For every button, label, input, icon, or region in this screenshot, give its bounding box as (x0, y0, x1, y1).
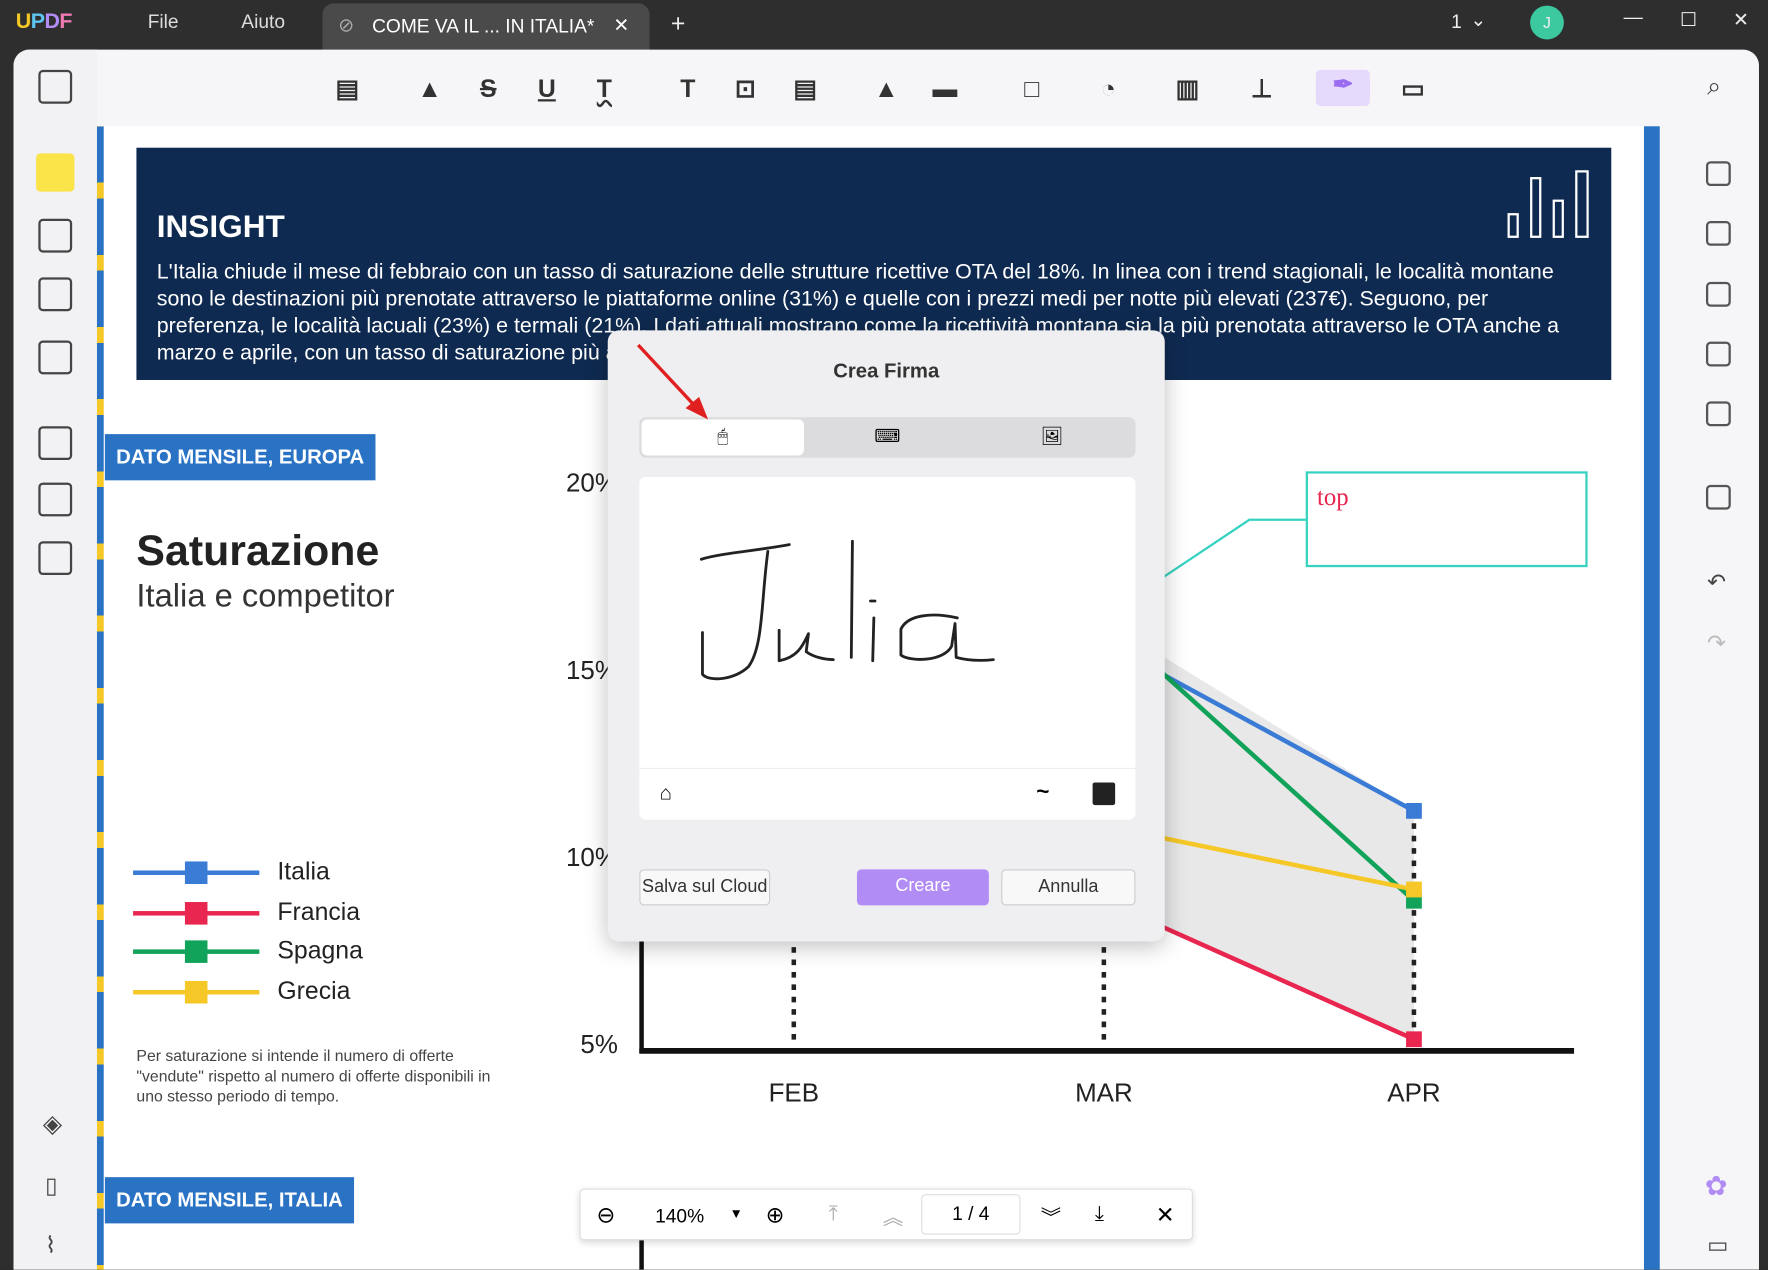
signature-drawing (699, 539, 995, 681)
mouse-icon: 🖱︎ (717, 427, 729, 447)
annotation-box[interactable]: top (1305, 471, 1588, 568)
signature-canvas[interactable]: ⌂ ~ (639, 476, 1136, 820)
brush-icon[interactable]: ⌂ (660, 781, 672, 805)
page-number-input[interactable]: 1 / 4 (921, 1194, 1021, 1235)
ocr-icon[interactable] (1705, 161, 1731, 187)
data-point-grecia (1406, 881, 1422, 898)
previous-page-icon[interactable]: ︽ (883, 1202, 903, 1231)
email-icon[interactable] (1705, 401, 1731, 427)
data-point-francia (1406, 1031, 1422, 1048)
zoom-level[interactable]: 140% (655, 1205, 704, 1228)
share-icon[interactable] (1705, 341, 1731, 367)
tab-keyboard[interactable]: ⌨ (806, 419, 968, 455)
ai-assistant-icon[interactable]: ✿ (1705, 1170, 1728, 1203)
first-page-icon[interactable]: ⤒ (829, 1202, 838, 1226)
page-navigation-bar: ⊖ 140% ▼ ⊕ ⤒ ︽ 1 / 4 ︾ ⤓ ✕ (579, 1188, 1193, 1241)
annotation-text: top (1316, 482, 1349, 511)
save-cloud-button[interactable]: Salva sul Cloud (639, 869, 771, 906)
y-tick-label: 5% (580, 1031, 617, 1059)
tab-image[interactable]: 🖼︎ (971, 419, 1133, 455)
x-tick-label: APR (1387, 1080, 1440, 1108)
data-point-italia (1406, 802, 1422, 819)
cancel-button[interactable]: Annulla (1001, 869, 1136, 906)
create-button[interactable]: Creare (856, 869, 989, 906)
annotation-leader-line (1161, 518, 1306, 580)
next-page-icon[interactable]: ︾ (1041, 1202, 1061, 1231)
stroke-width-icon[interactable]: ~ (1036, 779, 1049, 805)
last-page-icon[interactable]: ⤓ (1095, 1202, 1104, 1226)
x-tick-label: MAR (1075, 1080, 1133, 1108)
redo-icon[interactable]: ↷ (1707, 629, 1726, 657)
convert-icon[interactable] (1705, 220, 1731, 246)
keyboard-icon: ⌨ (874, 427, 901, 447)
ink-color-swatch[interactable] (1092, 782, 1116, 806)
search-icon[interactable]: ⌕ (1707, 72, 1721, 101)
comments-panel-icon[interactable]: ▭ (1707, 1231, 1728, 1259)
x-tick-label: FEB (769, 1080, 819, 1108)
protect-file-icon[interactable] (1705, 281, 1731, 307)
red-arrow-annotation (636, 343, 709, 420)
undo-icon[interactable]: ↶ (1707, 568, 1726, 596)
zoom-in-icon[interactable]: ⊕ (766, 1201, 785, 1229)
zoom-dropdown-icon[interactable]: ▼ (730, 1205, 743, 1221)
zoom-out-icon[interactable]: ⊖ (596, 1201, 615, 1229)
save-icon[interactable] (1705, 484, 1731, 510)
close-bar-icon[interactable]: ✕ (1156, 1201, 1175, 1229)
image-icon: 🖼︎ (1040, 427, 1064, 447)
